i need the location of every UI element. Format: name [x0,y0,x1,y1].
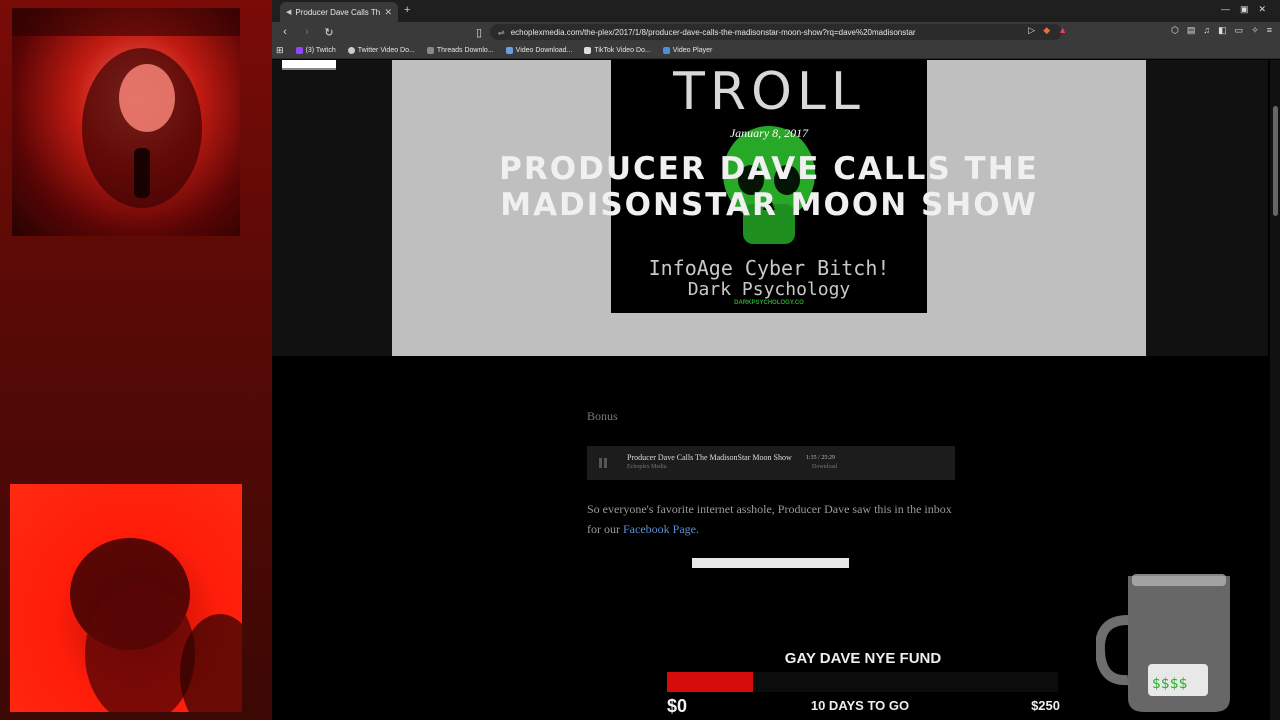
play-icon[interactable]: ▷ [1028,25,1035,36]
webcam-bottom-figure [70,538,242,712]
webcam-bottom [10,484,242,712]
bookmark-item[interactable]: Video Player [662,46,713,54]
close-window-icon[interactable]: ✕ [1258,4,1266,15]
rewards-icon[interactable]: ▲ [1058,25,1067,36]
bookmark-item[interactable]: Twitter Video Do... [347,46,415,54]
fund-goal-amount: $250 [1031,698,1060,713]
image-line-1: InfoAge Cyber Bitch! [648,256,890,280]
bookmark-favicon [584,46,592,54]
reload-icon[interactable]: ↻ [322,26,336,39]
bookmark-label: Video Download... [515,46,573,54]
bookmark-favicon [505,46,513,54]
bookmark-favicon [426,46,434,54]
post-hero: TROLL InfoAge Cyber Bitch! Dark Psycholo… [392,60,1146,356]
webcam-top-figure [12,8,240,208]
facebook-page-link[interactable]: Facebook Page [623,522,696,536]
track-artist: Echoplex Media [627,464,667,470]
body-suffix: . [695,522,699,536]
wallet-icon[interactable]: ▭ [1235,25,1244,36]
svg-text:$$$$: $$$$ [1152,676,1188,692]
sidebar-icon[interactable]: ▤ [1187,25,1196,36]
bookmark-label: TikTok Video Do... [594,46,651,54]
bookmark-favicon [662,46,670,54]
post-title: PRODUCER DAVE CALLS THE MADISONSTAR MOON… [499,151,1039,223]
bookmark-item[interactable]: Video Download... [505,46,573,54]
apps-icon[interactable]: ⊞ [276,45,284,56]
forward-icon[interactable]: › [300,26,314,38]
scrollbar[interactable] [1270,60,1280,720]
pause-icon[interactable] [599,458,607,468]
bookmark-label: Video Player [672,46,713,54]
bookmark-label: (3) Twitch [305,46,336,54]
address-bar[interactable]: ⇌ echoplexmedia.com/the-plex/2017/1/8/pr… [490,24,1062,40]
image-line-3: DARKPSYCHOLOGY.CO [734,300,804,306]
url-text: echoplexmedia.com/the-plex/2017/1/8/prod… [510,27,916,37]
extensions-icon[interactable]: ⬡ [1171,25,1179,36]
fund-days-left: 10 DAYS TO GO [810,698,910,713]
tab-bar: ◀ Producer Dave Calls The M ✕ + — ▣ ✕ [272,0,1280,22]
fund-title: GAY DAVE NYE FUND [784,650,942,667]
maximize-icon[interactable]: ▣ [1240,4,1249,15]
bookmark-icon[interactable]: ▯ [472,26,486,39]
bookmark-item[interactable]: Threads Downlo... [426,46,494,54]
post-date: January 8, 2017 [729,126,809,140]
webcam-top [12,8,240,236]
tab-title: Producer Dave Calls The M [295,7,381,17]
minimize-icon[interactable]: — [1221,4,1230,15]
menu-icon[interactable]: ≡ [1267,25,1272,36]
tip-jar-mug-icon: $$$$ [1096,574,1230,712]
track-title: Producer Dave Calls The MadisonStar Moon… [627,453,792,462]
speaker-icon: ◀ [286,9,292,16]
image-line-2: Dark Psychology [687,279,851,300]
donation-goal-widget: GAY DAVE NYE FUND $0 10 DAYS TO GO $250 [662,648,1062,720]
layout-icon[interactable]: ◧ [1218,25,1227,36]
bookmark-item[interactable]: (3) Twitch [295,46,336,54]
bookmarks-bar: ⊞ (3) Twitch Twitter Video Do... Threads… [272,42,1280,59]
bookmark-label: Twitter Video Do... [357,46,415,54]
extension-toolbar: ▷ ◆ ▲ ⬡ ▤ ♫ ◧ ▭ ✧ ≡ [1028,25,1272,36]
image-heading: TROLL [673,62,865,122]
stream-overlay-panel [0,0,272,720]
bookmark-item[interactable]: TikTok Video Do... [584,46,651,54]
audio-player: Producer Dave Calls The MadisonStar Moon… [587,446,955,480]
scrollbar-thumb[interactable] [1273,106,1278,216]
leo-icon[interactable]: ✧ [1251,25,1259,36]
tab-active[interactable]: ◀ Producer Dave Calls The M ✕ [280,2,398,22]
close-tab-icon[interactable]: ✕ [384,7,392,18]
track-time: 1:35 / 25:29 [806,455,836,461]
fund-progress-fill [667,672,754,692]
new-tab-icon[interactable]: + [404,4,410,16]
embedded-content[interactable] [692,558,849,568]
site-info-icon[interactable]: ⇌ [498,28,505,37]
brave-shield-icon[interactable]: ◆ [1043,25,1050,36]
fund-progress-track [667,672,1058,692]
site-logo-thumbnail[interactable] [282,60,336,70]
window-controls: — ▣ ✕ [1221,4,1266,15]
download-link[interactable]: Download [812,464,837,470]
category-label[interactable]: Bonus [587,409,618,424]
bookmark-favicon [295,46,303,54]
post-body: So everyone's favorite internet asshole,… [587,499,963,539]
bookmark-favicon [347,46,355,54]
back-icon[interactable]: ‹ [278,26,292,38]
bookmark-label: Threads Downlo... [436,46,494,54]
music-icon[interactable]: ♫ [1203,25,1210,36]
